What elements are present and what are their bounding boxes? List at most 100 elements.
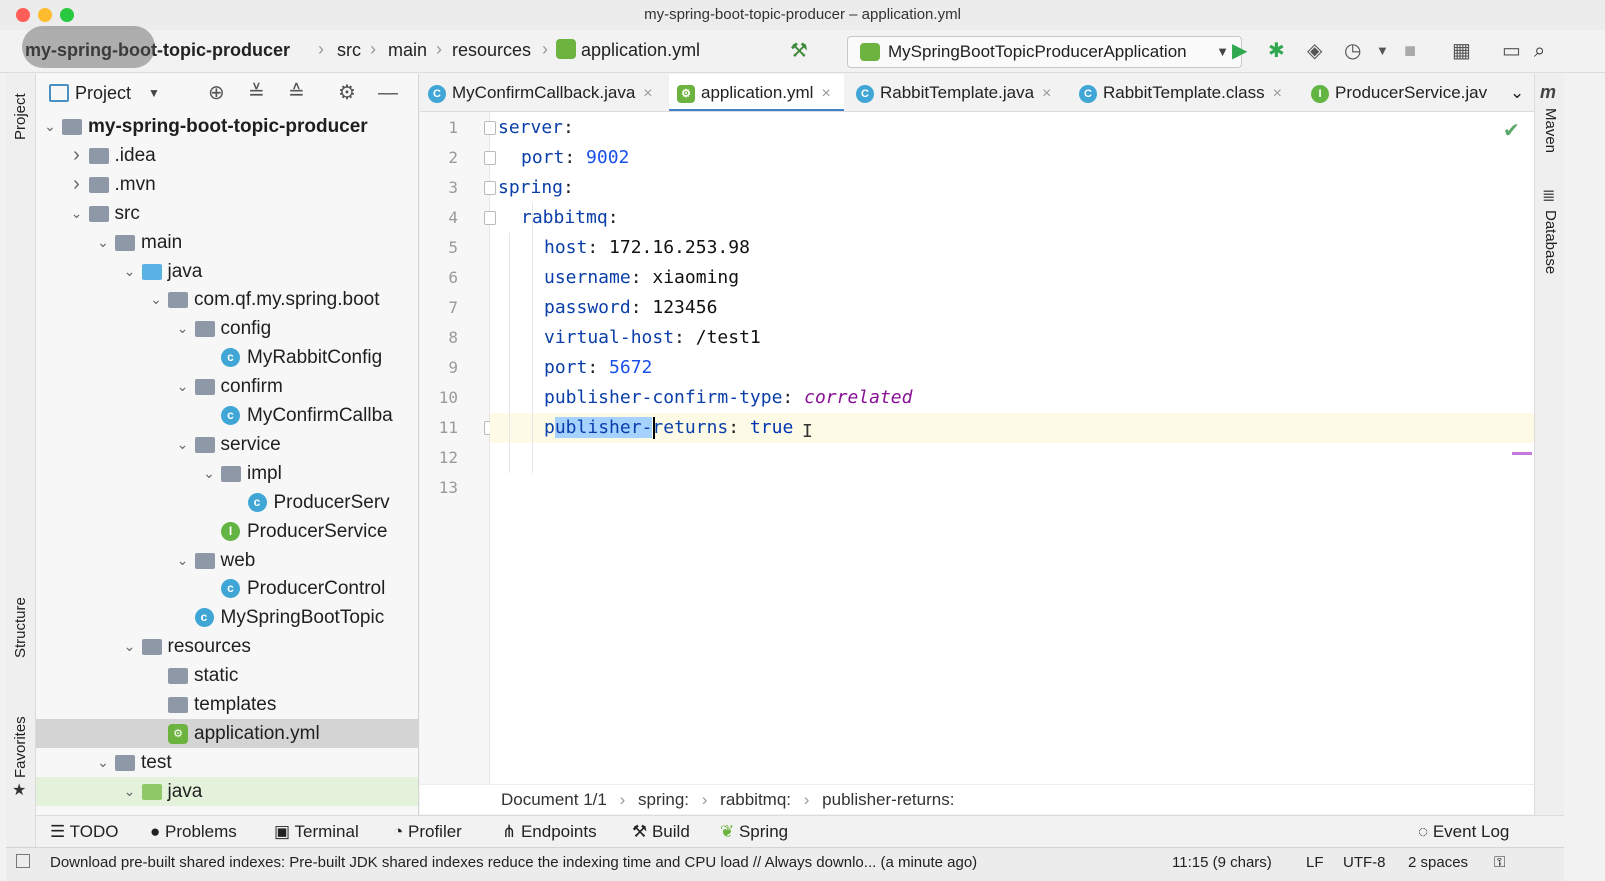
chevron-down-icon[interactable]: ⌄ <box>201 459 217 488</box>
code-line[interactable]: port: 9002 <box>490 143 1534 173</box>
project-view-select[interactable]: Project <box>75 74 131 112</box>
chevron-down-icon[interactable]: ▼ <box>1376 38 1389 64</box>
line-separator[interactable]: LF <box>1306 852 1324 874</box>
presentation-icon[interactable]: ▭ <box>1502 38 1521 64</box>
breadcrumb-resources[interactable]: resources <box>452 40 531 61</box>
profile-icon[interactable]: ◷ <box>1344 38 1361 64</box>
tree-item[interactable]: templates <box>36 690 418 719</box>
code-line[interactable] <box>490 443 1534 473</box>
tree-item[interactable]: ⌄ confirm <box>36 372 418 401</box>
minimize-window-button[interactable] <box>38 8 52 22</box>
chevron-down-icon[interactable]: ⌄ <box>95 228 111 257</box>
crumb-document[interactable]: Document 1/1 <box>501 790 607 809</box>
chevron-down-icon[interactable]: ▼ <box>148 74 160 112</box>
structure-tool-tab[interactable]: Structure <box>12 597 29 658</box>
tree-item[interactable]: ⌄ impl <box>36 459 418 488</box>
breadcrumb-src[interactable]: src <box>337 40 361 61</box>
chevron-down-icon[interactable]: ⌄ <box>175 546 191 575</box>
code-line[interactable]: rabbitmq: <box>490 203 1534 233</box>
close-icon[interactable]: × <box>1273 85 1282 102</box>
tree-item[interactable]: c MySpringBootTopic <box>36 603 418 632</box>
chevron-down-icon[interactable]: ⌄ <box>42 112 58 141</box>
status-toggle-icon[interactable] <box>16 854 30 868</box>
locate-file-icon[interactable]: ⊕ <box>208 74 225 112</box>
caret-position[interactable]: 11:15 (9 chars) <box>1172 852 1272 874</box>
tabs-overflow-chevron-icon[interactable]: ⌄ <box>1510 74 1524 111</box>
expand-all-icon[interactable]: ≚ <box>248 74 265 112</box>
status-message[interactable]: Download pre-built shared indexes: Pre-b… <box>50 852 1150 874</box>
build-tool-button[interactable]: ⚒ Build <box>632 822 690 842</box>
stop-icon[interactable]: ■ <box>1404 38 1416 64</box>
todo-tool-button[interactable]: ☰ TODO <box>50 822 118 842</box>
hide-panel-icon[interactable]: — <box>378 74 398 112</box>
maven-tool-tab[interactable]: Maven <box>1542 108 1559 153</box>
code-line[interactable]: spring: <box>490 173 1534 203</box>
chevron-down-icon[interactable]: ⌄ <box>175 314 191 343</box>
breadcrumb-main[interactable]: main <box>388 40 427 61</box>
chevron-right-icon[interactable]: › <box>69 170 85 199</box>
build-hammer-icon[interactable]: ⚒ <box>790 38 808 64</box>
tree-item[interactable]: › .idea <box>36 141 418 170</box>
editor-tab[interactable]: ⚙ application.yml × <box>669 74 844 111</box>
favorites-tool-tab[interactable]: Favorites <box>12 716 29 778</box>
problems-tool-button[interactable]: ● Problems <box>150 822 237 842</box>
tree-item[interactable]: ⌄ java <box>36 776 418 806</box>
tree-item[interactable]: c ProducerServ <box>36 488 418 517</box>
editor-tab[interactable]: C MyConfirmCallback.java × <box>420 74 660 111</box>
maximize-window-button[interactable] <box>60 8 74 22</box>
crumb-publisher-returns[interactable]: publisher-returns: <box>822 790 954 809</box>
tree-item[interactable]: ⌄ main <box>36 228 418 257</box>
code-line[interactable]: publisher-returns: true <box>490 413 1534 443</box>
collapse-all-icon[interactable]: ≙ <box>288 74 305 112</box>
tree-item[interactable]: ⌄ com.qf.my.spring.boot <box>36 285 418 314</box>
close-icon[interactable]: × <box>1042 85 1051 102</box>
code-line[interactable]: host: 172.16.253.98 <box>490 233 1534 263</box>
database-tool-tab[interactable]: Database <box>1542 210 1559 274</box>
tree-item[interactable]: ⌄ config <box>36 314 418 343</box>
tree-item[interactable]: static <box>36 661 418 690</box>
editor-tab[interactable]: I ProducerService.jav <box>1303 74 1533 111</box>
tree-item[interactable]: ⌄ resources <box>36 632 418 661</box>
crumb-rabbitmq[interactable]: rabbitmq: <box>720 790 791 809</box>
tree-item[interactable]: ⌄ test <box>36 748 418 777</box>
editor-tab[interactable]: C RabbitTemplate.class × <box>1071 74 1297 111</box>
chevron-down-icon[interactable]: ⌄ <box>122 777 138 806</box>
chevron-down-icon[interactable]: ⌄ <box>148 285 164 314</box>
code-line[interactable]: password: 123456 <box>490 293 1534 323</box>
event-log-button[interactable]: ◌ Event Log <box>1418 822 1509 842</box>
chevron-down-icon[interactable]: ⌄ <box>122 632 138 661</box>
terminal-tool-button[interactable]: ▣ Terminal <box>274 822 359 842</box>
run-icon[interactable]: ▶ <box>1232 38 1247 64</box>
tree-item[interactable]: ⌄ web <box>36 546 418 575</box>
code-line[interactable]: publisher-confirm-type: correlated <box>490 383 1534 413</box>
project-structure-icon[interactable]: ▦ <box>1452 38 1471 64</box>
code-line[interactable]: virtual-host: /test1 <box>490 323 1534 353</box>
code-line[interactable]: port: 5672 <box>490 353 1534 383</box>
code-view[interactable]: server: port: 9002 spring: rabbitmq: host: 1… <box>490 112 1534 784</box>
chevron-down-icon[interactable]: ⌄ <box>95 748 111 777</box>
project-tool-tab[interactable]: Project <box>12 93 29 140</box>
run-with-coverage-icon[interactable]: ◈ <box>1307 38 1322 64</box>
close-icon[interactable]: × <box>821 85 830 102</box>
editor-tab[interactable]: C RabbitTemplate.java × <box>848 74 1066 111</box>
search-icon[interactable]: ⌕ <box>1534 38 1545 64</box>
indent-setting[interactable]: 2 spaces <box>1408 852 1468 874</box>
chevron-right-icon[interactable]: › <box>69 141 85 170</box>
tree-item[interactable]: c MyConfirmCallba <box>36 401 418 430</box>
close-window-button[interactable] <box>16 8 30 22</box>
chevron-down-icon[interactable]: ⌄ <box>122 257 138 286</box>
endpoints-tool-button[interactable]: ⋔ Endpoints <box>502 822 597 842</box>
profiler-tool-button[interactable]: ◔ Profiler <box>393 822 462 842</box>
run-configuration-select[interactable]: MySpringBootTopicProducerApplication ▼ <box>847 36 1242 68</box>
code-line[interactable]: server: <box>490 113 1534 143</box>
debug-icon[interactable]: ✱ <box>1268 38 1285 64</box>
chevron-down-icon[interactable]: ⌄ <box>175 372 191 401</box>
close-icon[interactable]: × <box>643 85 652 102</box>
code-line[interactable]: username: xiaoming <box>490 263 1534 293</box>
file-encoding[interactable]: UTF-8 <box>1343 852 1386 874</box>
tree-item[interactable]: ⌄ java <box>36 257 418 286</box>
tree-item[interactable]: I ProducerService <box>36 517 418 546</box>
breadcrumb-file[interactable]: application.yml <box>581 40 700 61</box>
chevron-down-icon[interactable]: ⌄ <box>175 430 191 459</box>
tree-item[interactable]: c ProducerControl <box>36 574 418 603</box>
